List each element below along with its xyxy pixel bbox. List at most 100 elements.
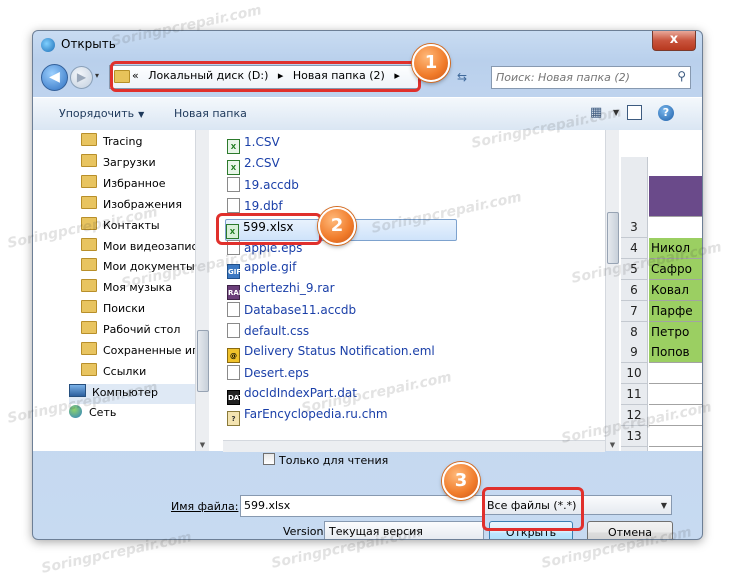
scroll-thumb[interactable] [197, 330, 209, 392]
file-list: X 1.CSV X 2.CSV 19.accdb 19.dbf X 599.xlsx apple… [223, 130, 605, 451]
file-item[interactable]: @ Delivery Status Notification.eml [227, 344, 435, 364]
breadcrumb-item-drive[interactable]: Локальный диск (D:) [148, 69, 268, 82]
file-item[interactable]: ? FarEncyclopedia.ru.chm [227, 407, 388, 427]
new-folder-button[interactable]: Новая папка [174, 107, 247, 120]
version-select[interactable]: Текущая версия [324, 521, 484, 539]
row-header: 7 [621, 300, 648, 322]
filename-input[interactable] [244, 498, 476, 513]
file-item[interactable]: DATdocIdIndexPart.dat [227, 386, 357, 406]
dat-file-icon: DAT [227, 389, 243, 405]
folder-icon [81, 362, 97, 376]
forward-button[interactable]: ▶ [70, 66, 93, 89]
view-options-dropdown[interactable]: ▼ [613, 105, 619, 121]
row-header: 3 [621, 217, 648, 238]
file-item[interactable]: apple.eps [227, 239, 302, 260]
file-item[interactable]: X 2.CSV [227, 156, 280, 176]
file-name: 19.dbf [244, 198, 283, 213]
title-bar: Открыть x [33, 31, 702, 59]
search-box[interactable]: ⚲ [491, 66, 691, 89]
sheet-cell [649, 363, 702, 385]
recent-pages-dropdown[interactable]: ▾ [95, 71, 105, 81]
folder-icon [81, 279, 97, 293]
sidebar-item[interactable]: Поиски [81, 300, 209, 320]
close-button[interactable]: x [652, 31, 696, 51]
back-button[interactable]: ◀ [41, 64, 68, 91]
open-button[interactable]: Открыть [489, 521, 573, 539]
sidebar-item[interactable]: Изображения [81, 195, 209, 216]
sidebar-item[interactable]: Избранное [81, 174, 209, 195]
sidebar-item[interactable]: Сохраненные иг [81, 342, 209, 362]
csv-file-icon: X [227, 159, 240, 175]
folder-icon [81, 258, 97, 272]
sidebar-item[interactable]: Мои документы [81, 258, 209, 278]
doc-file-icon [227, 302, 240, 318]
file-item[interactable]: default.css [227, 323, 309, 343]
file-name: docIdIndexPart.dat [244, 385, 357, 400]
sidebar-item[interactable]: Сеть [69, 404, 209, 425]
sheet-header-band [649, 176, 702, 217]
sheet-cell: Никол [649, 237, 702, 259]
breadcrumb-item-folder[interactable]: Новая папка (2) [293, 69, 385, 82]
folder-icon [81, 237, 97, 251]
filename-label: Имя файла: [171, 500, 239, 513]
sidebar-item[interactable]: Tracing [81, 133, 209, 153]
breadcrumb-separator[interactable]: ▸ [278, 69, 284, 82]
row-header: 6 [621, 279, 648, 301]
preview-pane-button[interactable] [627, 105, 642, 120]
readonly-label: Только для чтения [279, 454, 389, 467]
sidebar-item-label: Загрузки [103, 155, 156, 169]
change-view-button[interactable]: ▦ [590, 105, 606, 121]
sidebar-item[interactable]: Ссылки [81, 362, 209, 383]
sidebar-item[interactable]: Контакты [81, 216, 209, 237]
doc-file-icon [227, 239, 240, 255]
sidebar-item[interactable]: Загрузки [81, 153, 209, 174]
file-item[interactable]: Database11.accdb [227, 302, 356, 322]
cancel-button[interactable]: Отмена [587, 521, 673, 539]
address-bar[interactable]: « Локальный диск (D:) ▸ Новая папка (2) … [109, 65, 419, 89]
search-icon[interactable]: ⚲ [677, 69, 686, 83]
navigation-scrollbar[interactable]: ▼ [195, 130, 209, 451]
filename-field[interactable] [240, 495, 485, 517]
breadcrumb-overflow[interactable]: « [132, 69, 139, 82]
file-name: Delivery Status Notification.eml [244, 344, 435, 358]
sheet-cell [649, 405, 702, 427]
file-list-scrollbar[interactable]: ▼ [605, 130, 619, 451]
file-item[interactable]: 19.dbf [227, 197, 283, 218]
breadcrumb-separator[interactable]: ▸ [394, 69, 400, 82]
scroll-down-icon[interactable]: ▼ [197, 440, 208, 451]
scroll-down-icon[interactable]: ▼ [607, 440, 618, 451]
file-name: FarEncyclopedia.ru.chm [244, 406, 388, 421]
filetype-select[interactable]: Все файлы (*.*) ▼ [482, 495, 672, 515]
search-input[interactable] [496, 69, 666, 85]
version-label: Version [283, 525, 324, 538]
sidebar-item[interactable]: Мои видеозапис [81, 237, 209, 258]
help-button[interactable]: ? [658, 105, 674, 121]
dialog-footer: Только для чтения Имя файла: Все файлы (… [33, 451, 702, 539]
folder-icon [81, 174, 97, 188]
sheet-cell: Ковал [649, 279, 702, 301]
file-item[interactable]: X 1.CSV [227, 135, 280, 155]
sidebar-item[interactable]: Рабочий стол [81, 321, 209, 341]
file-name: Database11.accdb [244, 303, 357, 318]
gif-file-icon: GIF [227, 264, 241, 280]
chevron-down-icon: ▼ [138, 110, 145, 119]
row-header: 11 [621, 384, 648, 406]
sidebar-item[interactable]: Компьютер [69, 383, 209, 404]
chm-file-icon: ? [227, 410, 240, 426]
refresh-button[interactable]: ⇆ [453, 68, 471, 86]
navigation-pane: Tracing Загрузки Избранное Изображения Конта… [33, 130, 209, 451]
readonly-checkbox[interactable] [263, 453, 275, 465]
readonly-checkbox-row[interactable]: Только для чтения [263, 453, 388, 467]
version-value: Текущая версия [329, 525, 423, 538]
sidebar-item[interactable]: Моя музыка [81, 279, 209, 299]
sidebar-item-label: Мои документы [103, 260, 195, 274]
scroll-thumb[interactable] [607, 212, 619, 264]
sidebar-item-label: Сохраненные иг [103, 344, 198, 357]
file-item[interactable]: GIF apple.gif [227, 260, 296, 280]
file-item[interactable]: 19.accdb [227, 176, 299, 197]
folder-icon [81, 133, 97, 146]
row-header: 4 [621, 237, 648, 259]
organize-button[interactable]: Упорядочить ▼ [59, 107, 144, 120]
file-item[interactable]: Desert.eps [227, 364, 309, 385]
file-item[interactable]: RARchertezhi_9.rar [227, 281, 335, 301]
